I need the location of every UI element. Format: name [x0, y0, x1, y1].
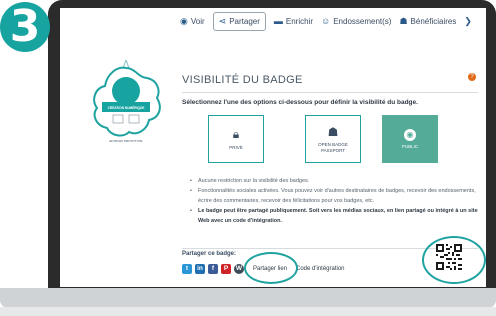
- detail-item: Le badge peut être partagé publiquement.…: [190, 206, 480, 226]
- chevron-right-icon[interactable]: ❯: [464, 16, 472, 27]
- detail-item: Aucune restriction sur la visibilité des…: [190, 176, 480, 186]
- option-passport-label-line2: PASSPORT: [320, 147, 346, 153]
- option-prive[interactable]: 🔒︎ PRIVÉ: [208, 115, 264, 163]
- endorsement-icon: ☺: [321, 16, 331, 26]
- highlight-circle-share-link: [244, 252, 298, 284]
- option-open-badge-passport[interactable]: ☗ OPEN BADGE PASSPORT: [305, 115, 361, 163]
- facebook-icon[interactable]: f: [208, 264, 218, 274]
- users-icon: ☗: [327, 124, 339, 139]
- share-label: Partager ce badge:: [182, 251, 237, 257]
- linkedin-icon[interactable]: in: [195, 264, 205, 274]
- visibility-instruction: Sélectionnez l'une des options ci-dessou…: [182, 99, 418, 106]
- title-divider: [182, 92, 478, 93]
- nav-endossements-label: Endossement(s): [333, 16, 392, 26]
- users-icon: ☗: [399, 15, 408, 26]
- badge-bottom-text: EN BOOK PROTOTYPE: [110, 139, 143, 143]
- pinterest-icon[interactable]: P: [221, 264, 231, 274]
- nav-voir-label: Voir: [190, 16, 205, 26]
- badge-image: CRÉATION NUMÉRIQUE EN BOOK PROTOTYPE: [93, 59, 161, 143]
- help-icon[interactable]: ?: [468, 73, 476, 81]
- embed-code-button[interactable]: Code d'intégration: [296, 266, 345, 272]
- nav-voir[interactable]: ◉ Voir: [180, 16, 205, 27]
- twitter-icon[interactable]: t: [182, 264, 192, 274]
- badge-top-circle: [112, 77, 140, 105]
- wordpress-icon[interactable]: W: [234, 264, 244, 274]
- option-public[interactable]: ◉ PUBLIC: [382, 115, 438, 163]
- laptop-screen: ◉ Voir ⋖ Partager ▬ Enrichir ☺ Endosseme…: [60, 8, 486, 287]
- option-passport-label-line1: OPEN BADGE: [318, 141, 348, 147]
- nav-beneficiaires[interactable]: ☗ Bénéficiaires: [399, 16, 456, 27]
- option-passport-label: OPEN BADGE PASSPORT: [318, 142, 348, 154]
- nav-beneficiaires-label: Bénéficiaires: [410, 16, 457, 26]
- nav-endossements[interactable]: ☺ Endossement(s): [321, 16, 391, 26]
- nav-partager-label: Partager: [229, 16, 260, 26]
- badge-right-tile: [128, 114, 140, 124]
- eye-icon: ◉: [180, 15, 188, 26]
- option-prive-label: PRIVÉ: [229, 145, 243, 150]
- share-icon: ⋖: [218, 15, 227, 26]
- step-number-badge: 3: [0, 2, 50, 52]
- badge-nav: ◉ Voir ⋖ Partager ▬ Enrichir ☺ Endosseme…: [60, 8, 486, 34]
- lock-icon: 🔒︎: [232, 127, 240, 141]
- folder-icon: ▬: [273, 16, 283, 26]
- laptop-shadow: [0, 307, 496, 316]
- nav-partager[interactable]: ⋖ Partager: [212, 11, 266, 31]
- highlight-circle-qr: [422, 236, 486, 284]
- badge-left-tile: [112, 114, 124, 124]
- globe-icon: ◉: [404, 128, 416, 141]
- visibility-details: Aucune restriction sur la visibilité des…: [190, 176, 480, 226]
- nav-enrichir[interactable]: ▬ Enrichir: [274, 16, 313, 26]
- nav-enrichir-label: Enrichir: [285, 16, 314, 26]
- badge-top-text: CRÉATION NUMÉRIQUE: [108, 105, 145, 110]
- visibility-title: VISIBILITÉ DU BADGE: [182, 74, 303, 86]
- laptop-base: [0, 288, 496, 308]
- detail-item: Fonctionnalités sociales activées. Vous …: [190, 186, 480, 206]
- option-public-label: PUBLIC: [401, 143, 419, 149]
